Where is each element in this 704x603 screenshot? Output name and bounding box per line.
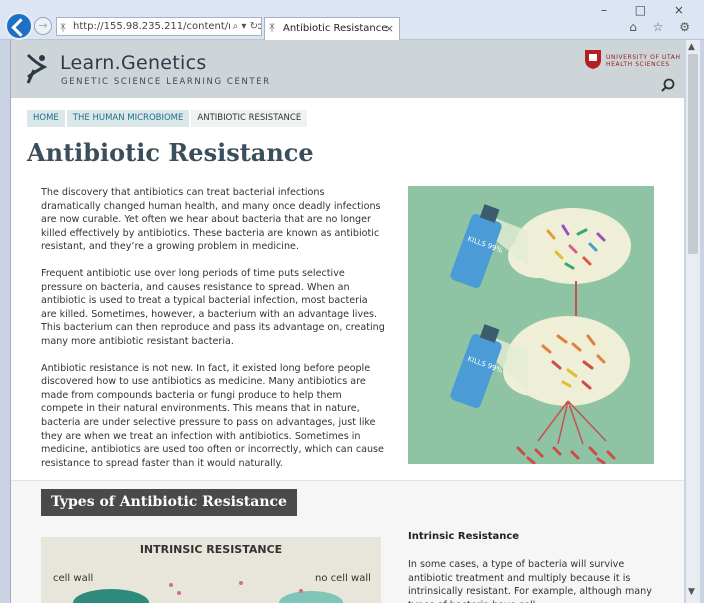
tab-antibiotic-resistance[interactable]: ᛡ Antibiotic Resistance × — [264, 17, 400, 40]
address-bar[interactable]: ᛡ http://155.98.235.211/content/microbio… — [56, 17, 262, 36]
page-title: Antibiotic Resistance — [27, 138, 314, 167]
dna-logo-icon[interactable] — [24, 53, 48, 85]
partner-logo-text[interactable]: UNIVERSITY OF UTAH HEALTH SCIENCES — [606, 54, 681, 68]
page-viewport: Learn.Genetics GENETIC SCIENCE LEARNING … — [10, 40, 684, 603]
scroll-up-icon[interactable]: ▲ — [688, 42, 695, 52]
browser-chrome: → ᛡ http://155.98.235.211/content/microb… — [0, 0, 704, 40]
site-favicon-icon: ᛡ — [60, 23, 66, 34]
paragraph-2: Frequent antibiotic use over long period… — [41, 267, 385, 347]
breadcrumb-home[interactable]: HOME — [27, 110, 65, 127]
partner-line-2: HEALTH SCIENCES — [606, 61, 670, 68]
window-controls[interactable]: – □ × — [601, 3, 696, 17]
antibiotic-spray-illustration: KILLS 99% KILLS 99% — [408, 186, 654, 464]
tab-close-icon[interactable]: × — [385, 18, 394, 39]
university-shield-icon[interactable] — [583, 48, 603, 70]
article-body: The discovery that antibiotics can treat… — [41, 186, 385, 483]
back-button[interactable] — [5, 12, 33, 40]
intrinsic-resistance-diagram: INTRINSIC RESISTANCE cell wall no cell w… — [41, 537, 381, 603]
breadcrumb: HOME THE HUMAN MICROBIOME ANTIBIOTIC RES… — [27, 110, 309, 127]
breadcrumb-current: ANTIBIOTIC RESISTANCE — [191, 110, 308, 127]
paragraph-1: The discovery that antibiotics can treat… — [41, 187, 381, 253]
page-scrollbar[interactable]: ▲ ▼ — [686, 40, 700, 603]
tab-favicon-icon: ᛡ — [269, 23, 275, 34]
paragraph-3: Antibiotic resistance is not new. In fac… — [41, 362, 384, 469]
partner-line-1: UNIVERSITY OF UTAH — [606, 54, 681, 61]
site-subtitle: GENETIC SCIENCE LEARNING CENTER — [61, 77, 271, 87]
site-name[interactable]: Learn.Genetics — [60, 52, 207, 74]
scroll-thumb[interactable] — [688, 54, 698, 254]
bacteria-cell-drawing — [73, 581, 343, 603]
intrinsic-text: In some cases, a type of bacteria will s… — [408, 559, 652, 603]
section-title: Types of Antibiotic Resistance — [41, 489, 297, 516]
browser-toolbar-icons[interactable]: ⌂ ☆ ⚙ — [629, 20, 696, 34]
search-icon[interactable] — [661, 78, 675, 92]
forward-button[interactable]: → — [34, 17, 52, 35]
breadcrumb-human-microbiome[interactable]: THE HUMAN MICROBIOME — [66, 110, 190, 127]
scroll-down-icon[interactable]: ▼ — [688, 587, 695, 597]
intrinsic-heading: Intrinsic Resistance — [408, 531, 520, 542]
tab-title: Antibiotic Resistance — [283, 23, 388, 34]
site-header: Learn.Genetics GENETIC SCIENCE LEARNING … — [11, 40, 684, 98]
address-bar-actions[interactable]: ⌕ ▾ ↻ — [229, 18, 258, 35]
